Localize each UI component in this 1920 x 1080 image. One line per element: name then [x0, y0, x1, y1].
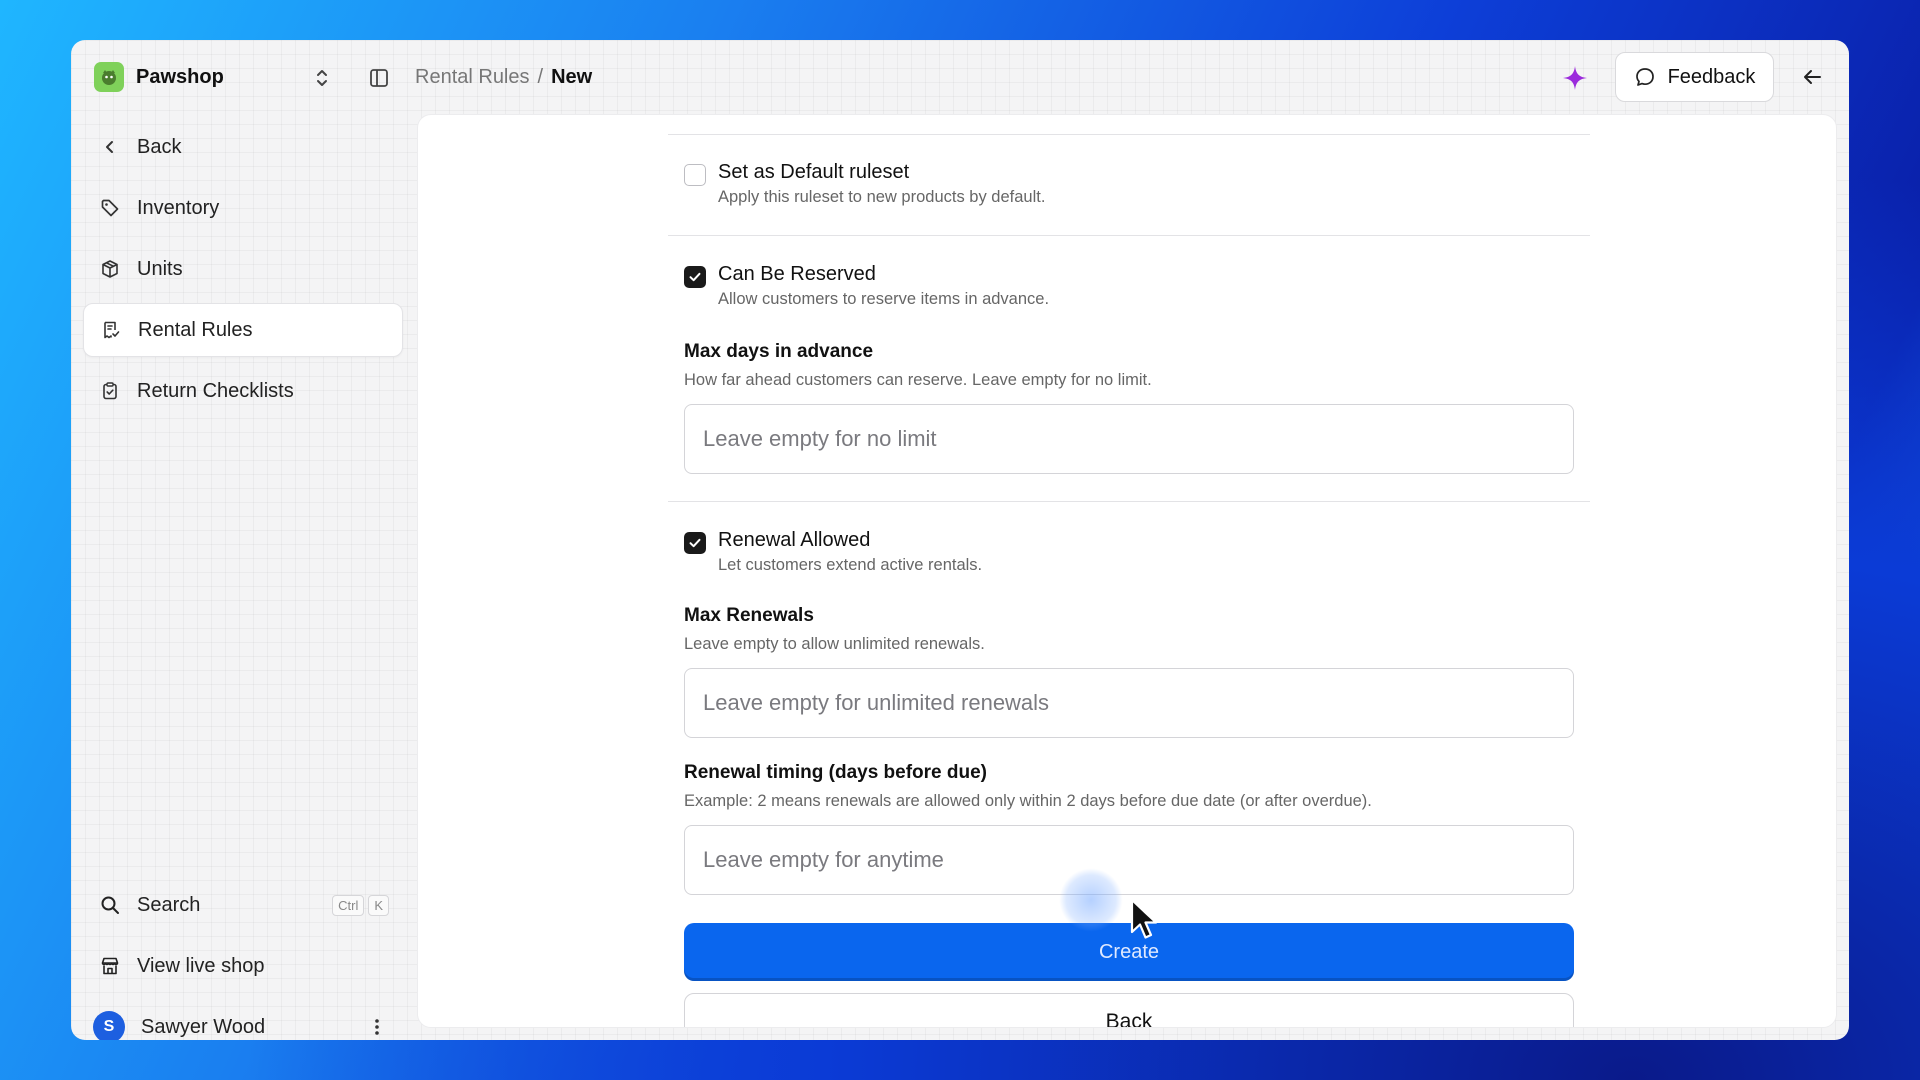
renewal-timing-field: Renewal timing (days before due) Example… — [668, 762, 1590, 895]
brand-name: Pawshop — [136, 65, 224, 88]
mouse-pointer-icon — [1130, 898, 1158, 939]
search-label: Search — [137, 893, 201, 916]
breadcrumb-parent[interactable]: Rental Rules — [415, 66, 530, 89]
breadcrumb: Rental Rules / New — [415, 66, 592, 89]
feedback-button[interactable]: Feedback — [1615, 52, 1774, 102]
sidebar-nav: Back Inventory Units Rental Rules Return… — [83, 120, 403, 425]
sidebar-view-live-shop[interactable]: View live shop — [83, 939, 403, 993]
sidebar-item-label: Rental Rules — [138, 318, 253, 341]
sidebar-user[interactable]: S Sawyer Wood — [83, 1000, 403, 1040]
workspace-switch-icon[interactable] — [311, 64, 333, 92]
renewal-timing-input[interactable] — [684, 825, 1574, 895]
sidebar-item-label: Return Checklists — [137, 379, 294, 402]
chat-bubble-icon — [1635, 68, 1654, 86]
sidebar-item-label: Back — [137, 135, 182, 158]
breadcrumb-current: New — [551, 66, 593, 88]
max-days-help: How far ahead customers can reserve. Lea… — [684, 371, 1152, 389]
can-be-reserved-description: Allow customers to reserve items in adva… — [718, 290, 1050, 308]
package-icon — [99, 258, 121, 280]
sidebar-item-units[interactable]: Units — [83, 242, 403, 296]
section-divider — [668, 134, 1590, 135]
can-be-reserved-title: Can Be Reserved — [718, 263, 876, 285]
renewal-allowed-option: Renewal Allowed Let customers extend act… — [668, 529, 1590, 575]
live-shop-label: View live shop — [137, 954, 265, 977]
brand[interactable]: Pawshop — [94, 62, 224, 92]
click-highlight — [1059, 868, 1123, 932]
sidebar-item-label: Units — [137, 257, 183, 280]
renewal-timing-label: Renewal timing (days before due) — [684, 762, 987, 783]
renewal-allowed-description: Let customers extend active rentals. — [718, 556, 983, 574]
clipboard-check-icon — [99, 380, 121, 402]
sidebar-toggle-icon[interactable] — [365, 64, 393, 92]
sidebar-item-inventory[interactable]: Inventory — [83, 181, 403, 235]
sidebar-item-label: Inventory — [137, 196, 220, 219]
top-bar: Pawshop Rental Rules / New Feedback — [71, 40, 1849, 116]
shortcut-key-k: K — [368, 894, 389, 916]
renewal-allowed-title: Renewal Allowed — [718, 529, 871, 551]
section-divider — [668, 501, 1590, 502]
can-be-reserved-option: Can Be Reserved Allow customers to reser… — [668, 263, 1590, 309]
max-renewals-help: Leave empty to allow unlimited renewals. — [684, 635, 985, 653]
user-name: Sawyer Wood — [141, 1015, 266, 1038]
renewal-allowed-checkbox[interactable] — [684, 532, 706, 554]
pawshop-logo-icon — [94, 62, 124, 92]
sidebar-footer: Search Ctrl K View live shop S Sawyer Wo… — [83, 878, 403, 1040]
can-be-reserved-checkbox[interactable] — [684, 266, 706, 288]
avatar: S — [93, 1011, 125, 1040]
max-days-label: Max days in advance — [684, 341, 874, 362]
max-days-field: Max days in advance How far ahead custom… — [668, 341, 1590, 474]
max-renewals-label: Max Renewals — [684, 605, 814, 626]
default-ruleset-option: Set as Default ruleset Apply this rulese… — [668, 161, 1590, 207]
default-ruleset-description: Apply this ruleset to new products by de… — [718, 188, 1046, 206]
arrow-left-icon[interactable] — [1795, 60, 1829, 94]
tag-icon — [99, 197, 121, 219]
search-icon — [99, 894, 121, 916]
app-window: Pawshop Rental Rules / New Feedback Back… — [71, 40, 1849, 1040]
default-ruleset-title: Set as Default ruleset — [718, 161, 910, 183]
sidebar-item-back[interactable]: Back — [83, 120, 403, 174]
ai-sparkle-icon[interactable] — [1559, 62, 1591, 94]
check-icon — [689, 538, 701, 548]
sidebar-item-return-checklists[interactable]: Return Checklists — [83, 364, 403, 418]
receipt-icon — [100, 319, 122, 341]
shortcut-key-ctrl: Ctrl — [332, 894, 365, 916]
breadcrumb-separator: / — [537, 66, 544, 88]
storefront-icon — [99, 955, 121, 977]
default-ruleset-checkbox[interactable] — [684, 164, 706, 186]
max-renewals-input[interactable] — [684, 668, 1574, 738]
max-days-input[interactable] — [684, 404, 1574, 474]
max-renewals-field: Max Renewals Leave empty to allow unlimi… — [668, 605, 1590, 738]
section-divider — [668, 235, 1590, 236]
rental-rule-form: Set as Default ruleset Apply this rulese… — [668, 115, 1590, 1027]
sidebar-item-rental-rules[interactable]: Rental Rules — [83, 303, 403, 357]
main-panel: Set as Default ruleset Apply this rulese… — [417, 114, 1837, 1028]
chevron-left-icon — [99, 136, 121, 158]
feedback-label: Feedback — [1667, 65, 1756, 88]
sidebar-search[interactable]: Search Ctrl K — [83, 878, 403, 932]
more-vertical-icon[interactable] — [367, 1015, 387, 1039]
renewal-timing-help: Example: 2 means renewals are allowed on… — [684, 792, 1372, 810]
back-button[interactable]: Back — [684, 993, 1574, 1027]
search-shortcut: Ctrl K — [332, 894, 389, 916]
check-icon — [689, 272, 701, 282]
